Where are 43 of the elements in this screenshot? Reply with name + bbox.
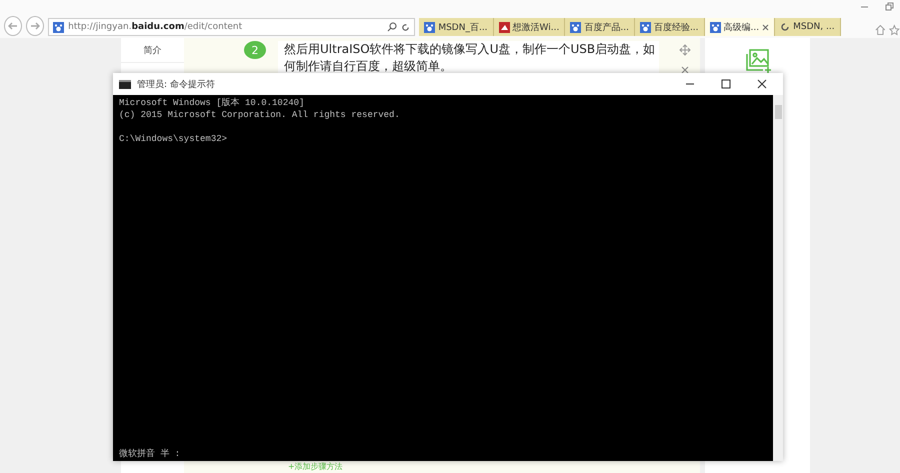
tab-title: MSDN_百... — [438, 22, 488, 34]
tab-title: 想激活Wi... — [512, 22, 560, 34]
maximize-icon — [721, 79, 731, 89]
tab-title: 百度产品... — [584, 22, 629, 34]
scrollbar-thumb[interactable] — [774, 105, 782, 119]
site-icon — [498, 22, 510, 32]
browser-tab[interactable]: MSDN_百... — [419, 18, 494, 36]
console-line: Microsoft Windows [版本 10.0.10240] — [119, 97, 306, 109]
console-line: C:\Windows\system32> — [119, 133, 228, 145]
step-text: 然后用UltraISO软件将下载的镜像写入U盘，制作一个USB启动盘，如何制作请自行百度，超级简单。 — [278, 41, 659, 75]
tab-title: MSDN, ... — [793, 22, 835, 32]
browser-tab[interactable]: MSDN, ... — [775, 18, 841, 36]
arrow-right-icon — [29, 20, 42, 32]
close-icon — [757, 79, 767, 89]
ime-status: 微软拼音 半 : — [119, 448, 182, 460]
back-button[interactable] — [4, 16, 22, 36]
browser-tab[interactable]: 百度产品... — [565, 18, 635, 36]
browser-tab[interactable]: 高级编... — [704, 18, 776, 36]
console-line: (c) 2015 Microsoft Corporation. All rights reserved. — [119, 109, 401, 121]
console-icon — [119, 80, 131, 88]
forward-button[interactable] — [26, 16, 44, 36]
tab-title: 百度经验... — [654, 22, 699, 34]
tab-title: 高级编... — [724, 22, 760, 34]
browser-tab[interactable]: 百度经验... — [634, 18, 705, 36]
site-icon — [424, 22, 436, 32]
loading-icon — [780, 22, 790, 32]
home-icon[interactable] — [874, 24, 886, 36]
move-icon[interactable] — [679, 44, 691, 56]
refresh-icon[interactable] — [401, 22, 410, 32]
site-icon — [53, 22, 64, 32]
step-number: 2 — [244, 41, 266, 59]
arrow-left-icon — [7, 20, 20, 32]
search-icon[interactable] — [387, 22, 398, 32]
site-icon — [570, 22, 582, 32]
restore-icon[interactable] — [885, 2, 894, 11]
close-icon[interactable] — [681, 66, 689, 74]
close-icon[interactable] — [762, 24, 770, 30]
address-field[interactable]: http://jingyan.baidu.com/edit/content — [48, 18, 416, 36]
site-icon — [640, 22, 651, 32]
star-icon[interactable] — [889, 24, 900, 36]
site-icon — [710, 22, 721, 32]
window-title: 管理员: 命令提示符 — [137, 78, 216, 90]
browser-tab[interactable]: 想激活Wi... — [494, 18, 566, 36]
